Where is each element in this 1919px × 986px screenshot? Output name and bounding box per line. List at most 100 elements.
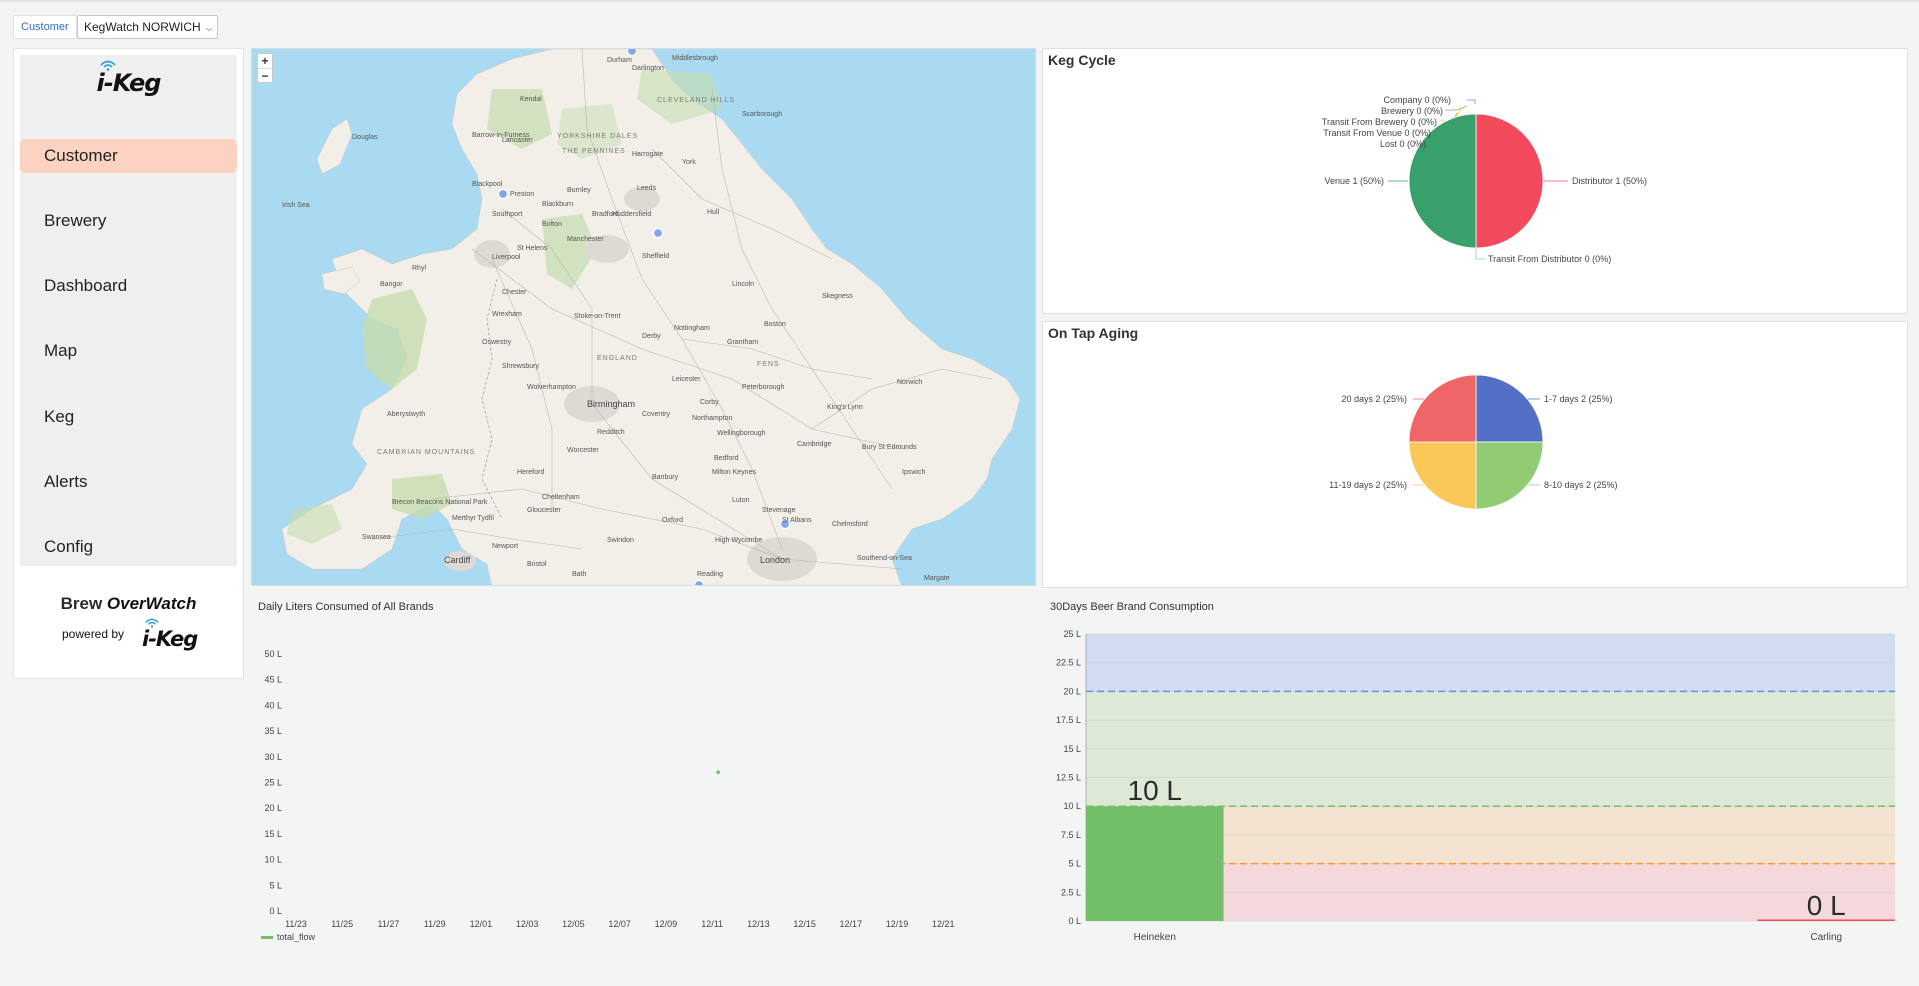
map-label: Chester (502, 289, 527, 296)
y-tick-label: 10 L (1063, 801, 1081, 811)
map-marker[interactable] (497, 188, 509, 200)
x-category-label: Heineken (1134, 932, 1176, 943)
nav-item-config[interactable]: Config (20, 530, 237, 564)
x-tick-label: 12/01 (470, 919, 493, 929)
nav-item-keg[interactable]: Keg (20, 400, 237, 434)
nav-item-alerts[interactable]: Alerts (20, 465, 237, 499)
bar-value-label: 10 L (1128, 775, 1183, 806)
x-tick-label: 12/15 (793, 919, 816, 929)
ikeg-logo: i-Keg (20, 60, 237, 97)
map-label: Banbury (652, 474, 679, 481)
pie-label-transit-brewery: Transit From Brewery 0 (0%) (1321, 117, 1437, 127)
y-tick-label: 2.5 L (1061, 887, 1081, 897)
data-point[interactable] (716, 770, 720, 775)
map-label: Gloucester (527, 507, 561, 514)
map-label: Bury St Edmunds (862, 444, 917, 451)
map-label: Brecon Beacons National Park (392, 499, 488, 506)
map-label: Middlesbrough (672, 55, 718, 62)
map-label: Nottingham (674, 325, 710, 332)
brand-suffix: OverWatch (106, 594, 197, 613)
map-label: Lancaster (502, 137, 533, 144)
pie-slice-1-7-days[interactable] (1475, 374, 1544, 443)
map-label: Bangor (380, 281, 403, 288)
map-label: Cambridge (797, 441, 832, 448)
map-label: Milton Keynes (712, 469, 756, 476)
map-label: Preston (510, 191, 535, 198)
customer-select-value: KegWatch NORWICH (84, 20, 201, 34)
y-tick-label: 25 L (1063, 629, 1081, 639)
x-tick-label: 12/03 (516, 919, 539, 929)
y-tick-label: 0 L (269, 906, 282, 916)
legend-item-total-flow[interactable]: total_flow (261, 932, 315, 942)
x-tick-label: 12/07 (608, 919, 631, 929)
pie-slice-20-days[interactable] (1408, 374, 1477, 443)
pie-slice-distributor[interactable] (1475, 113, 1544, 249)
y-tick-label: 12.5 L (1056, 773, 1081, 783)
wifi-icon (145, 618, 159, 628)
y-tick-label: 45 L (264, 675, 282, 685)
nav-item-customer[interactable]: Customer (20, 139, 237, 173)
map-label: Southport (492, 211, 523, 218)
brand-consumption-plot: 25 L 22.5 L 20 L 17.5 L 15 L 12.5 L 10 L 7.5 L 5… (1056, 629, 1895, 943)
nav-item-brewery[interactable]: Brewery (20, 204, 237, 238)
zoom-in-button[interactable]: + (258, 54, 272, 68)
map-label: Skegness (822, 293, 853, 300)
map-label: Hull (707, 209, 720, 216)
map-label: Newport (492, 543, 519, 550)
map-label: Burnley (567, 187, 591, 194)
top-border (0, 0, 1919, 2)
x-tick-label: 12/17 (840, 919, 863, 929)
pie-slice-11-19-days[interactable] (1408, 441, 1477, 510)
pie-slice-8-10-days[interactable] (1475, 441, 1544, 510)
map-marker[interactable] (626, 49, 638, 57)
y-tick-label: 17.5 L (1056, 715, 1081, 725)
powered-logo-text: i-Keg (142, 627, 198, 651)
legend-label: total_flow (277, 932, 316, 942)
map-label: ENGLAND (597, 355, 638, 362)
map-label: Stoke-on-Trent (574, 313, 621, 320)
x-tick-label: 11/29 (424, 919, 446, 929)
customer-select[interactable]: KegWatch NORWICH ⌵ (77, 15, 218, 39)
map-label: Blackpool (472, 181, 503, 188)
x-tick-label: 12/09 (655, 919, 678, 929)
daily-liters-chart: 50 L 45 L 40 L 35 L 30 L 25 L 20 L 15 L 10 L 5 L 0… (251, 620, 1041, 950)
map-label: Cardiff (444, 555, 471, 565)
map-label: Derby (642, 333, 661, 340)
zoom-out-button[interactable]: − (258, 68, 272, 83)
map-label: THE PENNINES (562, 148, 626, 155)
bar-value-label: 0 L (1807, 890, 1846, 921)
bar-heineken[interactable] (1086, 806, 1224, 921)
x-tick-label: 11/27 (378, 919, 400, 929)
map-label: Aberystwyth (387, 411, 426, 418)
map-label: Coventry (642, 411, 671, 418)
map-label: Corby (700, 399, 719, 406)
pie-label-8-10-days: 8-10 days 2 (25%) (1544, 480, 1618, 490)
pie-label-11-19-days: 11-19 days 2 (25%) (1329, 480, 1407, 490)
keg-map[interactable]: Durham Darlington Middlesbrough CLEVELAN… (251, 48, 1036, 586)
map-marker[interactable] (693, 579, 705, 587)
map-label: Luton (732, 497, 750, 504)
map-label: Wellingborough (717, 430, 766, 437)
nav-item-dashboard[interactable]: Dashboard (20, 269, 237, 303)
x-tick-label: 12/11 (701, 919, 723, 929)
map-label: Rhyl (412, 265, 427, 272)
map-label: Huddersfield (612, 211, 652, 218)
y-tick-label: 5 L (269, 880, 282, 890)
map-label: Southend-on-Sea (857, 555, 912, 562)
map-marker[interactable] (652, 227, 664, 239)
y-tick-label: 5 L (1068, 859, 1081, 869)
map-label: York (682, 159, 696, 166)
nav-item-map[interactable]: Map (20, 334, 237, 368)
map-label: Merthyr Tydfil (452, 515, 494, 522)
brand-prefix: Brew (60, 594, 103, 613)
map-label: St Helens (517, 245, 548, 252)
map-label: Harrogate (632, 151, 664, 158)
map-label: Swindon (607, 537, 634, 544)
x-tick-label: 11/25 (331, 919, 353, 929)
map-label: CLEVELAND HILLS (657, 97, 736, 104)
map-label: Bedford (714, 455, 739, 462)
map-label: Wrexham (492, 311, 522, 318)
map-label: Margate (924, 575, 950, 582)
map-label: Worcester (567, 447, 599, 454)
map-label: London (760, 555, 791, 565)
